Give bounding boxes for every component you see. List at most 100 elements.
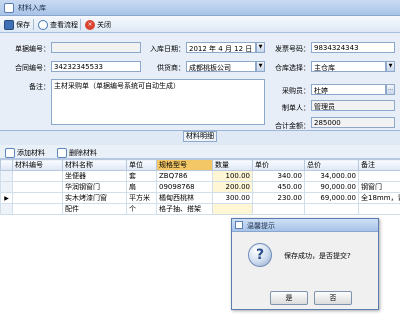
cell-unit[interactable]: 扇 [126,181,157,193]
cell-note[interactable] [358,170,400,182]
contract-field[interactable]: 34232345533 [51,61,141,72]
cell-code[interactable] [12,203,63,215]
window-title: 材料入库 [18,4,46,12]
yes-button[interactable]: 是 [270,291,308,305]
maker-field: 管理员 [311,100,395,111]
cell-spec[interactable]: ZBQ786 [156,170,213,182]
question-icon: ? [248,243,272,267]
view-flow-label: 查看流程 [50,20,78,29]
cell-name[interactable]: 实木烤漆门窗 [62,192,127,204]
warehouse-dropdown-button[interactable]: ▼ [386,61,395,72]
contract-label: 合同编号： [15,64,50,72]
close-label: 关闭 [97,20,111,29]
column-header[interactable]: 单价 [252,159,305,171]
cell-code[interactable] [12,170,63,182]
column-header[interactable]: 单位 [126,159,157,171]
cell-total[interactable] [304,203,359,215]
cell-price[interactable] [252,203,305,215]
cell-unit[interactable]: 套 [126,170,157,182]
invoice-field[interactable]: 9834324343 [311,42,395,53]
date-label: 入库日期： [150,45,185,53]
cell-note[interactable]: 全18mm，青... [358,192,400,204]
cell-total[interactable]: 90,000.00 [304,181,359,193]
cell-spec[interactable]: 09098768 [156,181,213,193]
row-indicator: ▶ [0,192,13,204]
table-row[interactable]: 华润钢窗门 扇 09098768 200.00 450.00 90,000.00… [0,181,400,193]
row-indicator [0,181,13,193]
column-header[interactable]: 规格型号 [156,159,213,171]
column-header[interactable]: 备注 [358,159,400,171]
close-button[interactable]: × 关闭 [83,18,113,31]
supplier-label: 供货商： [157,64,185,72]
app-icon [4,3,14,13]
confirm-dialog: 温馨提示 ? 保存成功，是否提交? 是 否 [231,218,379,310]
grid-toolbar: 添加材料 删除材料 [0,145,400,159]
view-flow-button[interactable]: 查看流程 [36,18,80,31]
column-header[interactable]: 材料编号 [12,159,63,171]
cell-price[interactable]: 450.00 [252,181,305,193]
add-material-label: 添加材料 [17,148,45,157]
maker-label: 制单人： [282,104,310,112]
cell-price[interactable]: 230.00 [252,192,305,204]
date-picker-button[interactable]: ▼ [256,42,265,53]
cell-note[interactable] [358,203,400,215]
cell-spec[interactable]: 格子抽、搭架 [156,203,213,215]
table-row-selected[interactable]: ▶ 实木烤漆门窗 平方米 橘甸西桃林 300.00 230.00 69,000.… [0,192,400,204]
cell-unit[interactable]: 平方米 [126,192,157,204]
delete-material-button[interactable]: 删除材料 [55,146,99,159]
table-row[interactable]: 坐便器 套 ZBQ786 100.00 340.00 34,000.00 [0,170,400,182]
grid-header-row: 材料编号 材料名称 单位 规格型号 数量 单价 总价 备注 [0,159,400,171]
row-indicator [0,170,13,182]
cell-name[interactable]: 配件 [62,203,127,215]
cell-qty[interactable]: 100.00 [212,170,253,182]
cell-qty[interactable]: 200.00 [212,181,253,193]
supplier-field[interactable]: 成都桃板公司 [186,61,256,72]
row-indicator [0,203,13,215]
window-titlebar: 材料入库 [0,0,400,16]
buyer-field[interactable]: 杜婷 [311,84,386,95]
buyer-browse-button[interactable]: … [386,84,395,95]
cell-name[interactable]: 华润钢窗门 [62,181,127,193]
cell-name[interactable]: 坐便器 [62,170,127,182]
cell-code[interactable] [12,181,63,193]
remark-textarea[interactable]: 主材采购单（单据编号系统可自动生成） [51,79,265,125]
cell-note[interactable]: 钢窗门 [358,181,400,193]
toolbar: 保存 查看流程 × 关闭 [0,16,400,33]
date-field[interactable]: 2012 年 4 月 12 日 [186,42,256,53]
cell-code[interactable] [12,192,63,204]
dialog-titlebar: 温馨提示 [232,219,378,232]
section-title: 材料明细 [183,131,217,142]
toolbar-separator [80,19,81,30]
table-row[interactable]: 配件 个 格子抽、搭架 [0,203,400,215]
column-header[interactable]: 材料名称 [62,159,127,171]
column-header[interactable]: 总价 [304,159,359,171]
save-button[interactable]: 保存 [2,18,32,31]
toolbar-separator [33,19,34,30]
cell-qty[interactable] [212,203,253,215]
no-button[interactable]: 否 [314,291,352,305]
save-label: 保存 [16,20,30,29]
close-icon: × [85,19,95,30]
column-header[interactable]: 数量 [212,159,253,171]
row-indicator-header [0,159,13,171]
cell-qty[interactable]: 300.00 [212,192,253,204]
invoice-label: 发票号码： [275,45,310,53]
supplier-dropdown-button[interactable]: ▼ [256,61,265,72]
remark-label: 备注： [29,83,50,91]
cell-spec-editing[interactable]: 橘甸西桃林 [156,192,213,204]
doc-no-field[interactable] [51,42,141,53]
cell-price[interactable]: 340.00 [252,170,305,182]
add-material-button[interactable]: 添加材料 [3,146,47,159]
dialog-message: 保存成功，是否提交? [284,252,351,260]
cell-total[interactable]: 69,000.00 [304,192,359,204]
doc-no-label: 单据编号： [15,45,50,53]
dialog-title: 温馨提示 [247,222,275,230]
buyer-label: 采购员： [282,87,310,95]
delete-material-label: 删除材料 [69,148,97,157]
add-icon [5,147,15,158]
total-amount-field: 285000 [311,117,395,128]
dialog-app-icon [235,221,243,229]
cell-total[interactable]: 34,000.00 [304,170,359,182]
warehouse-select[interactable]: 主仓库 [311,61,386,72]
cell-unit[interactable]: 个 [126,203,157,215]
